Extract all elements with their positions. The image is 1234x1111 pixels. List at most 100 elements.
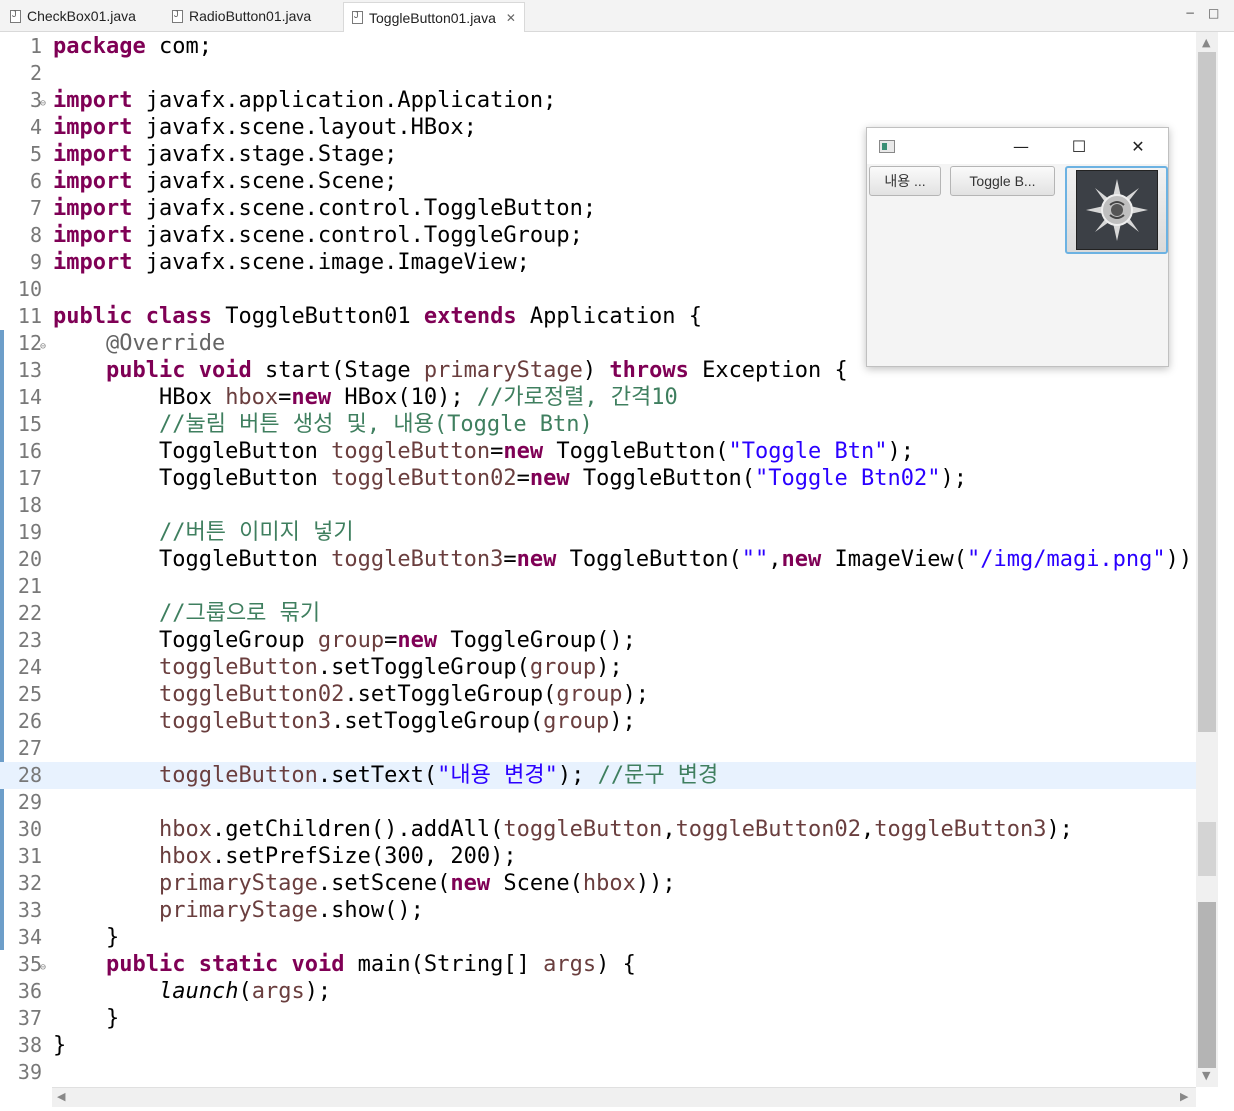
line-code: import javafx.scene.image.ImageView; — [53, 249, 530, 276]
code-token: .setToggleGroup( — [317, 655, 530, 680]
line-number: 18 — [17, 493, 42, 517]
scroll-up-icon[interactable]: ▲ — [1202, 36, 1210, 49]
close-icon[interactable]: ✕ — [506, 11, 516, 25]
code-token: javafx.scene.control.ToggleGroup; — [132, 223, 583, 248]
code-token: import — [53, 223, 133, 248]
code-token: launch — [158, 979, 239, 1004]
code-token: .getChildren().addAll( — [211, 817, 504, 842]
code-token: toggleButton — [158, 763, 318, 788]
scroll-down-icon[interactable]: ▼ — [1202, 1069, 1210, 1082]
line-number: 29 — [17, 790, 42, 814]
code-line[interactable]: 22 //그룹으로 묶기 — [0, 600, 1196, 627]
code-token: import — [53, 88, 133, 113]
toggle-button-02[interactable]: Toggle B... — [950, 166, 1055, 196]
code-line[interactable]: 24 toggleButton.setToggleGroup(group); — [0, 654, 1196, 681]
code-line[interactable]: 33 primaryStage.show(); — [0, 897, 1196, 924]
horizontal-scrollbar[interactable] — [52, 1087, 1196, 1107]
code-token: toggleButton02 — [675, 817, 861, 842]
code-token: group — [543, 709, 610, 734]
code-line[interactable]: 17 ToggleButton toggleButton02=new Toggl… — [0, 465, 1196, 492]
code-line[interactable]: 14 HBox hbox=new HBox(10); //가로정렬, 간격10 — [0, 384, 1196, 411]
code-token: .setPrefSize(300, 200); — [211, 844, 517, 869]
tab-checkbox01[interactable]: CheckBox01.java — [2, 2, 144, 30]
code-token: "Toggle Btn" — [728, 439, 888, 464]
line-number: 9 — [29, 250, 42, 274]
code-line[interactable]: 21 — [0, 573, 1196, 600]
code-token: Scene( — [490, 871, 583, 896]
line-number: 33 — [17, 898, 42, 922]
code-token: ); — [940, 466, 967, 491]
line-code: primaryStage.setScene(new Scene(hbox)); — [53, 870, 676, 897]
line-number: 39 — [17, 1060, 42, 1084]
code-token: @Override — [105, 331, 226, 356]
code-line[interactable]: 16 ToggleButton toggleButton=new ToggleB… — [0, 438, 1196, 465]
code-line[interactable]: 31 hbox.setPrefSize(300, 200); — [0, 843, 1196, 870]
tab-label: RadioButton01.java — [189, 8, 312, 24]
code-line[interactable]: 29 — [0, 789, 1196, 816]
code-line[interactable]: 18 — [0, 492, 1196, 519]
code-line[interactable]: 20 ToggleButton toggleButton3=new Toggle… — [0, 546, 1206, 573]
javafx-app-window: — ☐ ✕ 내용 ... Toggle B... — [866, 127, 1169, 367]
line-number: 27 — [17, 736, 42, 760]
code-line[interactable]: 25 toggleButton02.setToggleGroup(group); — [0, 681, 1196, 708]
code-line[interactable]: 36 launch(args); — [0, 978, 1196, 1005]
minimize-icon[interactable]: − — [1185, 6, 1195, 20]
code-line[interactable]: 23 ToggleGroup group=new ToggleGroup(); — [0, 627, 1196, 654]
line-code: } — [53, 924, 119, 951]
line-number: 28 — [17, 763, 42, 787]
fold-icon[interactable]: ⊖ — [40, 90, 46, 117]
code-token: //가로정렬, 간격10 — [476, 385, 678, 410]
scroll-right-icon[interactable]: ▶ — [1180, 1090, 1188, 1103]
code-line[interactable]: 15 //눌림 버튼 생성 및, 내용(Toggle Btn) — [0, 411, 1196, 438]
code-token: import — [53, 115, 133, 140]
maximize-icon[interactable]: ☐ — [1059, 134, 1099, 160]
line-number: 25 — [17, 682, 42, 706]
line-number: 3 — [29, 88, 42, 112]
code-line[interactable]: 27 — [0, 735, 1196, 762]
toggle-button-image[interactable] — [1065, 166, 1168, 254]
code-line[interactable]: 19 //버튼 이미지 넣기 — [0, 519, 1196, 546]
code-line[interactable]: 28 toggleButton.setText("내용 변경"); //문구 변… — [0, 762, 1196, 789]
code-line[interactable]: 38} — [0, 1032, 1196, 1059]
code-line[interactable]: 2 — [0, 60, 1196, 87]
code-line[interactable]: 34 } — [0, 924, 1196, 951]
line-code: hbox.getChildren().addAll(toggleButton,t… — [53, 816, 1073, 843]
line-number: 24 — [17, 655, 42, 679]
code-line[interactable]: 32 primaryStage.setScene(new Scene(hbox)… — [0, 870, 1196, 897]
close-icon[interactable]: ✕ — [1118, 134, 1158, 160]
scrollbar-thumb[interactable] — [1198, 52, 1216, 732]
code-line[interactable]: 26 toggleButton3.setToggleGroup(group); — [0, 708, 1196, 735]
scroll-left-icon[interactable]: ◀ — [57, 1090, 65, 1103]
toggle-button-content-changed[interactable]: 내용 ... — [869, 166, 941, 196]
fold-icon[interactable]: ⊖ — [40, 333, 46, 360]
line-number: 2 — [29, 61, 42, 85]
code-token: javafx.scene.Scene; — [132, 169, 398, 194]
line-code: } — [53, 1032, 66, 1059]
window-title-bar[interactable]: — ☐ ✕ — [867, 128, 1168, 164]
tab-radiobutton01[interactable]: RadioButton01.java — [164, 2, 319, 30]
line-number: 19 — [17, 520, 42, 544]
line-code: ToggleButton toggleButton02=new ToggleBu… — [53, 465, 967, 492]
code-token: group — [317, 628, 385, 653]
code-line[interactable]: 35 ⊖ public static void main(String[] arg… — [0, 951, 1196, 978]
tab-togglebutton01[interactable]: ToggleButton01.java ✕ — [343, 2, 525, 32]
code-line[interactable]: 1 package com; — [0, 33, 1196, 60]
line-number: 5 — [29, 142, 42, 166]
code-line[interactable]: 37 } — [0, 1005, 1196, 1032]
fold-icon[interactable]: ⊖ — [40, 954, 46, 981]
minimize-icon[interactable]: — — [1001, 134, 1041, 160]
code-line[interactable]: 39 — [0, 1059, 1196, 1086]
code-token: ); — [887, 439, 915, 464]
line-code: ToggleButton toggleButton=new ToggleButt… — [53, 438, 914, 465]
code-token: HBox(10); — [331, 385, 477, 410]
code-line[interactable]: 3 ⊖ import javafx.application.Application; — [0, 87, 1196, 114]
line-number: 17 — [17, 466, 42, 490]
code-token: "/img/magi.png" — [966, 547, 1166, 572]
code-token: ); — [609, 709, 636, 734]
code-token: ); — [557, 763, 598, 788]
code-token: toggleButton02 — [331, 466, 517, 491]
code-line[interactable]: 30 hbox.getChildren().addAll(toggleButto… — [0, 816, 1196, 843]
maximize-icon[interactable]: □ — [1208, 6, 1219, 20]
